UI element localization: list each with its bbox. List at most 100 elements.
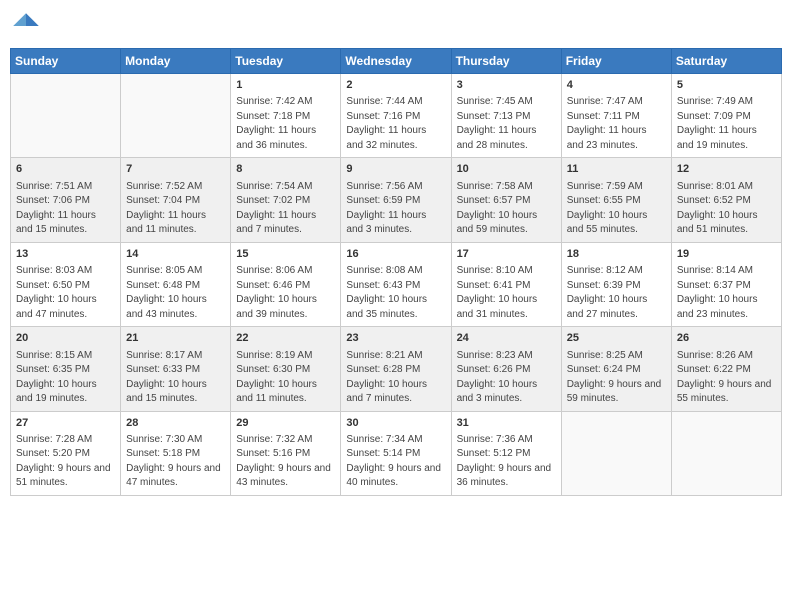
day-info: Sunrise: 7:56 AM Sunset: 6:59 PM Dayligh…: [346, 180, 445, 238]
day-number: 9: [346, 162, 445, 177]
day-of-week-header: Tuesday: [231, 49, 341, 74]
day-info: Sunrise: 7:49 AM Sunset: 7:09 PM Dayligh…: [677, 95, 776, 153]
day-number: 11: [567, 162, 666, 177]
calendar-cell: 8 Sunrise: 7:54 AM Sunset: 7:02 PM Daylig…: [231, 158, 341, 242]
day-number: 8: [236, 162, 335, 177]
calendar-week-row: 20 Sunrise: 8:15 AM Sunset: 6:35 PM Dayli…: [11, 327, 782, 411]
day-of-week-header: Saturday: [671, 49, 781, 74]
calendar-cell: [561, 411, 671, 495]
calendar-cell: 10 Sunrise: 7:58 AM Sunset: 6:57 PM Dayli…: [451, 158, 561, 242]
day-info: Sunrise: 7:58 AM Sunset: 6:57 PM Dayligh…: [457, 180, 556, 238]
calendar-cell: [11, 74, 121, 158]
calendar-cell: 12 Sunrise: 8:01 AM Sunset: 6:52 PM Dayli…: [671, 158, 781, 242]
day-number: 6: [16, 162, 115, 177]
calendar-cell: 9 Sunrise: 7:56 AM Sunset: 6:59 PM Daylig…: [341, 158, 451, 242]
calendar-cell: 6 Sunrise: 7:51 AM Sunset: 7:06 PM Daylig…: [11, 158, 121, 242]
calendar-cell: 7Sunrise: 7:52 AM Sunset: 7:04 PM Daylig…: [121, 158, 231, 242]
calendar-week-row: 27 Sunrise: 7:28 AM Sunset: 5:20 PM Dayli…: [11, 411, 782, 495]
day-of-week-header: Monday: [121, 49, 231, 74]
calendar-week-row: 1 Sunrise: 7:42 AM Sunset: 7:18 PM Daylig…: [11, 74, 782, 158]
calendar-cell: [671, 411, 781, 495]
day-info: Sunrise: 7:28 AM Sunset: 5:20 PM Dayligh…: [16, 433, 115, 491]
day-number: 12: [677, 162, 776, 177]
calendar-table: SundayMondayTuesdayWednesdayThursdayFrid…: [10, 48, 782, 496]
calendar-cell: 28 Sunrise: 7:30 AM Sunset: 5:18 PM Dayli…: [121, 411, 231, 495]
day-number: 1: [236, 78, 335, 93]
day-info: Sunrise: 8:14 AM Sunset: 6:37 PM Dayligh…: [677, 264, 776, 322]
day-info: Sunrise: 8:05 AM Sunset: 6:48 PM Dayligh…: [126, 264, 225, 322]
calendar-cell: 16 Sunrise: 8:08 AM Sunset: 6:43 PM Dayli…: [341, 242, 451, 326]
day-number: 7: [126, 162, 225, 177]
day-number: 15: [236, 247, 335, 262]
day-info: Sunrise: 8:17 AM Sunset: 6:33 PM Dayligh…: [126, 349, 225, 407]
calendar-cell: 25 Sunrise: 8:25 AM Sunset: 6:24 PM Dayli…: [561, 327, 671, 411]
calendar-cell: 3 Sunrise: 7:45 AM Sunset: 7:13 PM Daylig…: [451, 74, 561, 158]
calendar-cell: 1 Sunrise: 7:42 AM Sunset: 7:18 PM Daylig…: [231, 74, 341, 158]
day-info: Sunrise: 7:59 AM Sunset: 6:55 PM Dayligh…: [567, 180, 666, 238]
calendar-header-row: SundayMondayTuesdayWednesdayThursdayFrid…: [11, 49, 782, 74]
day-number: 16: [346, 247, 445, 262]
day-info: Sunrise: 7:34 AM Sunset: 5:14 PM Dayligh…: [346, 433, 445, 491]
calendar-cell: 5 Sunrise: 7:49 AM Sunset: 7:09 PM Daylig…: [671, 74, 781, 158]
day-number: 2: [346, 78, 445, 93]
calendar-cell: 29Sunrise: 7:32 AM Sunset: 5:16 PM Dayli…: [231, 411, 341, 495]
day-number: 26: [677, 331, 776, 346]
day-info: Sunrise: 7:32 AM Sunset: 5:16 PM Dayligh…: [236, 433, 335, 491]
day-info: Sunrise: 7:30 AM Sunset: 5:18 PM Dayligh…: [126, 433, 225, 491]
day-info: Sunrise: 8:19 AM Sunset: 6:30 PM Dayligh…: [236, 349, 335, 407]
day-info: Sunrise: 7:45 AM Sunset: 7:13 PM Dayligh…: [457, 95, 556, 153]
day-info: Sunrise: 8:10 AM Sunset: 6:41 PM Dayligh…: [457, 264, 556, 322]
day-number: 5: [677, 78, 776, 93]
day-info: Sunrise: 8:08 AM Sunset: 6:43 PM Dayligh…: [346, 264, 445, 322]
day-info: Sunrise: 8:15 AM Sunset: 6:35 PM Dayligh…: [16, 349, 115, 407]
day-number: 20: [16, 331, 115, 346]
day-number: 10: [457, 162, 556, 177]
calendar-week-row: 6 Sunrise: 7:51 AM Sunset: 7:06 PM Daylig…: [11, 158, 782, 242]
day-number: 3: [457, 78, 556, 93]
day-number: 24: [457, 331, 556, 346]
calendar-cell: 23 Sunrise: 8:21 AM Sunset: 6:28 PM Dayli…: [341, 327, 451, 411]
day-info: Sunrise: 8:06 AM Sunset: 6:46 PM Dayligh…: [236, 264, 335, 322]
day-of-week-header: Friday: [561, 49, 671, 74]
calendar-cell: 2 Sunrise: 7:44 AM Sunset: 7:16 PM Daylig…: [341, 74, 451, 158]
calendar-week-row: 13 Sunrise: 8:03 AM Sunset: 6:50 PM Dayli…: [11, 242, 782, 326]
day-number: 17: [457, 247, 556, 262]
day-of-week-header: Sunday: [11, 49, 121, 74]
day-info: Sunrise: 7:44 AM Sunset: 7:16 PM Dayligh…: [346, 95, 445, 153]
day-info: Sunrise: 7:54 AM Sunset: 7:02 PM Dayligh…: [236, 180, 335, 238]
calendar-cell: 15 Sunrise: 8:06 AM Sunset: 6:46 PM Dayli…: [231, 242, 341, 326]
day-info: Sunrise: 7:47 AM Sunset: 7:11 PM Dayligh…: [567, 95, 666, 153]
calendar-cell: 21 Sunrise: 8:17 AM Sunset: 6:33 PM Dayli…: [121, 327, 231, 411]
day-number: 30: [346, 416, 445, 431]
day-info: Sunrise: 8:26 AM Sunset: 6:22 PM Dayligh…: [677, 349, 776, 407]
day-number: 25: [567, 331, 666, 346]
day-number: 22: [236, 331, 335, 346]
calendar-cell: 27 Sunrise: 7:28 AM Sunset: 5:20 PM Dayli…: [11, 411, 121, 495]
day-number: 27: [16, 416, 115, 431]
day-number: 18: [567, 247, 666, 262]
day-info: Sunrise: 7:42 AM Sunset: 7:18 PM Dayligh…: [236, 95, 335, 153]
calendar-cell: 31Sunrise: 7:36 AM Sunset: 5:12 PM Dayli…: [451, 411, 561, 495]
day-of-week-header: Thursday: [451, 49, 561, 74]
day-number: 28: [126, 416, 225, 431]
day-info: Sunrise: 8:12 AM Sunset: 6:39 PM Dayligh…: [567, 264, 666, 322]
calendar-cell: 13 Sunrise: 8:03 AM Sunset: 6:50 PM Dayli…: [11, 242, 121, 326]
day-info: Sunrise: 8:01 AM Sunset: 6:52 PM Dayligh…: [677, 180, 776, 238]
day-number: 21: [126, 331, 225, 346]
calendar-cell: 20 Sunrise: 8:15 AM Sunset: 6:35 PM Dayli…: [11, 327, 121, 411]
calendar-cell: 14Sunrise: 8:05 AM Sunset: 6:48 PM Dayli…: [121, 242, 231, 326]
calendar-cell: 18 Sunrise: 8:12 AM Sunset: 6:39 PM Dayli…: [561, 242, 671, 326]
calendar-cell: 22 Sunrise: 8:19 AM Sunset: 6:30 PM Dayli…: [231, 327, 341, 411]
day-of-week-header: Wednesday: [341, 49, 451, 74]
page-header: [10, 10, 782, 42]
calendar-cell: [121, 74, 231, 158]
day-info: Sunrise: 8:21 AM Sunset: 6:28 PM Dayligh…: [346, 349, 445, 407]
day-info: Sunrise: 8:25 AM Sunset: 6:24 PM Dayligh…: [567, 349, 666, 407]
day-info: Sunrise: 7:51 AM Sunset: 7:06 PM Dayligh…: [16, 180, 115, 238]
day-info: Sunrise: 8:23 AM Sunset: 6:26 PM Dayligh…: [457, 349, 556, 407]
day-number: 23: [346, 331, 445, 346]
day-number: 13: [16, 247, 115, 262]
day-number: 31: [457, 416, 556, 431]
day-info: Sunrise: 8:03 AM Sunset: 6:50 PM Dayligh…: [16, 264, 115, 322]
logo-icon: [10, 10, 42, 42]
